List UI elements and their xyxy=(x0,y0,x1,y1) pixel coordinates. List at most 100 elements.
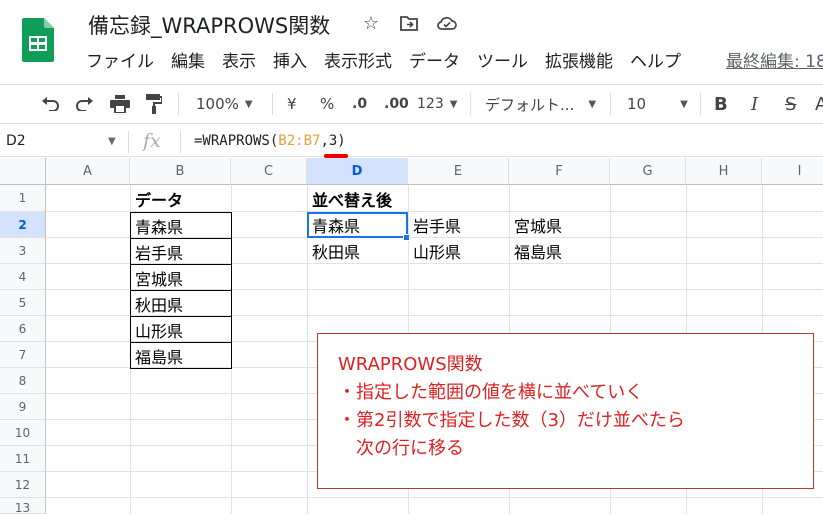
menu-format[interactable]: 表示形式 xyxy=(324,47,392,72)
toolbar-divider xyxy=(470,93,471,115)
row-header-13[interactable]: 13 xyxy=(0,498,46,515)
name-box[interactable]: D2 xyxy=(6,133,26,149)
chevron-down-icon[interactable]: ▼ xyxy=(108,136,116,147)
last-edit-link[interactable]: 最終編集: 18 xyxy=(726,47,823,72)
title-icons: ☆ xyxy=(360,12,458,34)
move-to-folder-icon[interactable] xyxy=(398,12,420,34)
column-header-i[interactable]: I xyxy=(762,158,823,185)
chevron-down-icon: ▼ xyxy=(588,98,597,110)
star-icon[interactable]: ☆ xyxy=(360,12,382,34)
paint-format-icon[interactable] xyxy=(146,92,162,116)
column-header-e[interactable]: E xyxy=(408,158,509,185)
menu-bar: ファイル 編集 表示 挿入 表示形式 データ ツール 拡張機能 ヘルプ xyxy=(86,47,698,72)
text-color-button[interactable]: A xyxy=(815,92,823,116)
document-title[interactable]: 備忘録_WRAPROWS関数 xyxy=(88,10,330,40)
cell-b3[interactable]: 岩手県 xyxy=(130,238,232,265)
formula-bar-divider xyxy=(128,131,129,153)
row-header-1[interactable]: 1 xyxy=(0,185,46,212)
fill-handle[interactable] xyxy=(403,234,410,241)
row-header-9[interactable]: 9 xyxy=(0,394,46,420)
row-header-12[interactable]: 12 xyxy=(0,472,46,498)
increase-decimal-button[interactable]: .00 xyxy=(384,92,409,116)
menu-edit[interactable]: 編集 xyxy=(171,47,205,72)
row-header-7[interactable]: 7 xyxy=(0,342,46,368)
column-header-a[interactable]: A xyxy=(46,158,130,185)
cell-e3[interactable]: 山形県 xyxy=(409,238,509,264)
chevron-down-icon: ▼ xyxy=(244,98,253,110)
formula-bar-divider xyxy=(180,131,181,153)
active-cell-outline xyxy=(307,212,408,238)
cloud-status-icon[interactable] xyxy=(436,12,458,34)
column-header-d[interactable]: D xyxy=(307,158,408,185)
number-format-label: 123 xyxy=(417,96,444,112)
font-size-value: 10 xyxy=(627,95,647,113)
sheets-logo-icon[interactable] xyxy=(22,18,54,62)
cell-f3[interactable]: 福島県 xyxy=(510,238,610,264)
number-format-select[interactable]: 123 ▼ xyxy=(417,92,457,116)
column-header-c[interactable]: C xyxy=(231,158,307,185)
toolbar: 100% ▼ ¥ % .0 .00 123 ▼ デフォルト... ▼ 10 ▼ … xyxy=(0,84,823,124)
toolbar-divider xyxy=(700,93,701,115)
annotation-line: ・指定した範囲の値を横に並べていく xyxy=(338,382,644,403)
column-header-g[interactable]: G xyxy=(610,158,686,185)
italic-button[interactable]: I xyxy=(751,92,758,116)
annotation-box: WRAPROWS関数 ・指定した範囲の値を横に並べていく ・第2引数で指定した数… xyxy=(317,333,814,489)
zoom-select[interactable]: 100% ▼ xyxy=(196,92,253,116)
font-name: デフォルト... xyxy=(485,95,575,114)
cell-b5[interactable]: 秋田県 xyxy=(130,290,232,317)
app-header: 備忘録_WRAPROWS関数 ☆ ファイル 編集 表示 挿入 表示形式 データ … xyxy=(0,0,823,82)
chevron-down-icon: ▼ xyxy=(680,98,688,110)
font-size-select[interactable]: 10 ▼ xyxy=(627,92,688,116)
menu-tools[interactable]: ツール xyxy=(477,47,528,72)
cell-b4[interactable]: 宮城県 xyxy=(130,264,232,291)
row-header-6[interactable]: 6 xyxy=(0,316,46,342)
menu-insert[interactable]: 挿入 xyxy=(273,47,307,72)
redo-icon[interactable] xyxy=(75,92,95,116)
cell-b7[interactable]: 福島県 xyxy=(130,342,232,369)
cell-e2[interactable]: 岩手県 xyxy=(409,212,509,238)
column-header-f[interactable]: F xyxy=(509,158,610,185)
cell-f2[interactable]: 宮城県 xyxy=(510,212,610,238)
row-header-11[interactable]: 11 xyxy=(0,446,46,472)
cell-b2[interactable]: 青森県 xyxy=(130,212,232,239)
cell-b6[interactable]: 山形県 xyxy=(130,316,232,343)
row-header-5[interactable]: 5 xyxy=(0,290,46,316)
column-header-h[interactable]: H xyxy=(686,158,762,185)
menu-data[interactable]: データ xyxy=(409,47,460,72)
strikethrough-button[interactable]: S xyxy=(785,92,796,116)
column-header-b[interactable]: B xyxy=(130,158,231,185)
toolbar-divider xyxy=(178,93,179,115)
percent-button[interactable]: % xyxy=(320,92,334,116)
row-header-8[interactable]: 8 xyxy=(0,368,46,394)
formula-range: B2:B7 xyxy=(278,133,321,149)
cell-d1[interactable]: 並べ替え後 xyxy=(308,186,458,211)
row-header-4[interactable]: 4 xyxy=(0,264,46,290)
cell-b1[interactable]: データ xyxy=(131,186,231,211)
annotation-title: WRAPROWS関数 xyxy=(338,354,483,375)
grid-line xyxy=(46,497,823,498)
row-header-2[interactable]: 2 xyxy=(0,212,46,238)
formula-input[interactable]: =WRAPROWS(B2:B7,3) xyxy=(194,133,346,149)
font-select[interactable]: デフォルト... ▼ xyxy=(485,92,596,116)
chevron-down-icon: ▼ xyxy=(449,98,458,110)
cell-d3[interactable]: 秋田県 xyxy=(308,238,408,264)
toolbar-divider xyxy=(272,93,273,115)
undo-icon[interactable] xyxy=(40,92,60,116)
decrease-decimal-button[interactable]: .0 xyxy=(352,92,367,116)
row-header-3[interactable]: 3 xyxy=(0,238,46,264)
bold-button[interactable]: B xyxy=(714,92,728,116)
print-icon[interactable] xyxy=(110,92,130,116)
menu-help[interactable]: ヘルプ xyxy=(630,47,681,72)
select-all-corner[interactable] xyxy=(0,158,46,185)
annotation-line: 次の行に移る xyxy=(356,438,464,459)
menu-extensions[interactable]: 拡張機能 xyxy=(545,47,613,72)
annotation-line: ・第2引数で指定した数（3）だけ並べたら xyxy=(338,410,685,431)
row-header-10[interactable]: 10 xyxy=(0,420,46,446)
currency-button[interactable]: ¥ xyxy=(287,92,297,116)
toolbar-divider xyxy=(610,93,611,115)
fx-icon: fx xyxy=(143,130,161,152)
formula-suffix: ,3) xyxy=(320,133,346,149)
menu-file[interactable]: ファイル xyxy=(86,47,154,72)
formula-bar: D2 ▼ fx =WRAPROWS(B2:B7,3) xyxy=(0,127,823,157)
menu-view[interactable]: 表示 xyxy=(222,47,256,72)
